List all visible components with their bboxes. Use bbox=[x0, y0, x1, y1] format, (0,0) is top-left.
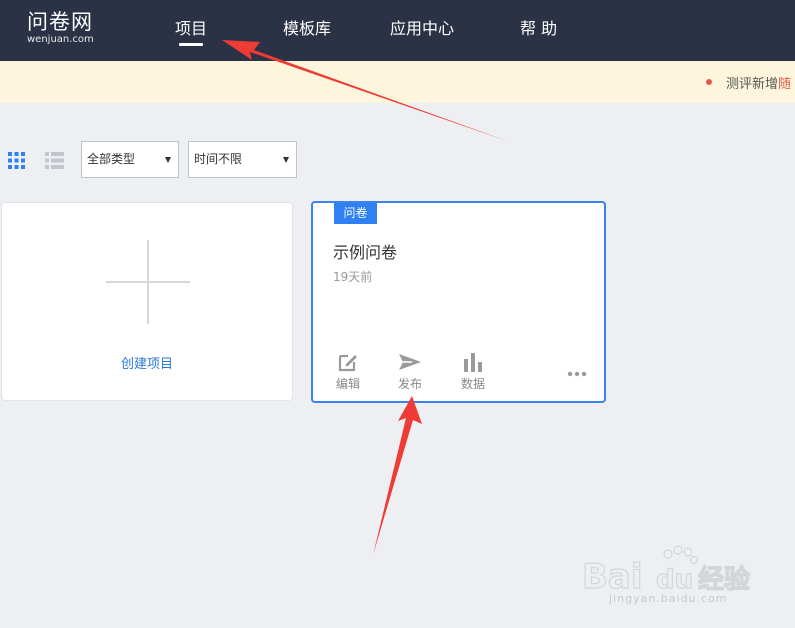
top-nav-bar: 问卷网 wenjuan.com 项目 模板库 应用中心 帮 助 bbox=[0, 0, 795, 61]
nav-item-app-center[interactable]: 应用中心 bbox=[390, 18, 454, 42]
watermark-brand: Bai bbox=[582, 557, 643, 597]
nav-active-indicator bbox=[179, 43, 203, 46]
publish-label: 发布 bbox=[397, 377, 422, 391]
edit-button[interactable]: 编辑 bbox=[328, 351, 368, 392]
site-logo[interactable]: 问卷网 wenjuan.com bbox=[27, 10, 94, 46]
paw-icon bbox=[663, 545, 699, 565]
logo-main-text: 问卷网 bbox=[27, 10, 93, 34]
time-filter-value: 时间不限 bbox=[194, 152, 243, 166]
create-project-card[interactable]: 创建项目 bbox=[1, 202, 293, 401]
more-icon[interactable] bbox=[567, 371, 587, 377]
watermark-suffix: 经验 bbox=[698, 564, 750, 595]
plus-icon-vertical bbox=[147, 240, 149, 324]
grid-view-icon[interactable] bbox=[8, 152, 25, 169]
notice-text-main: 测评新增 bbox=[726, 77, 779, 92]
publish-button[interactable]: 发布 bbox=[390, 351, 430, 392]
notice-bar bbox=[0, 61, 795, 103]
chevron-down-icon bbox=[165, 157, 171, 163]
nav-item-templates[interactable]: 模板库 bbox=[283, 18, 331, 42]
survey-title[interactable]: 示例问卷 bbox=[333, 239, 397, 263]
logo-sub-text: wenjuan.com bbox=[27, 34, 94, 45]
nav-item-help[interactable]: 帮 助 bbox=[520, 18, 557, 42]
create-project-label[interactable]: 创建项目 bbox=[2, 353, 292, 372]
arrow-to-publish-action bbox=[373, 396, 422, 555]
watermark-brand-du: du bbox=[656, 565, 693, 595]
chevron-down-icon bbox=[283, 157, 289, 163]
type-filter-select[interactable]: 全部类型 bbox=[81, 141, 179, 178]
bar-chart-icon bbox=[464, 353, 482, 372]
survey-updated-time: 19天前 bbox=[333, 270, 373, 284]
baidu-watermark-logo: Bai du 经验 bbox=[581, 545, 751, 598]
watermark-url: jingyan.baidu.com bbox=[609, 592, 728, 605]
time-filter-select[interactable]: 时间不限 bbox=[188, 141, 297, 178]
survey-type-badge: 问卷 bbox=[334, 203, 377, 224]
send-icon bbox=[399, 354, 421, 370]
data-button[interactable]: 数据 bbox=[453, 351, 493, 392]
list-view-icon[interactable] bbox=[45, 152, 64, 169]
survey-card[interactable]: 问卷 示例问卷 19天前 编辑 发布 数据 bbox=[311, 201, 606, 403]
nav-item-projects[interactable]: 项目 bbox=[175, 18, 207, 42]
type-filter-value: 全部类型 bbox=[87, 152, 136, 166]
edit-label: 编辑 bbox=[335, 377, 360, 391]
notice-dot-icon bbox=[706, 79, 712, 85]
data-label: 数据 bbox=[460, 377, 485, 391]
notice-text-highlight: 随 bbox=[778, 77, 792, 92]
notice-text[interactable]: 测评新增随 bbox=[726, 73, 791, 92]
edit-icon bbox=[338, 354, 357, 372]
